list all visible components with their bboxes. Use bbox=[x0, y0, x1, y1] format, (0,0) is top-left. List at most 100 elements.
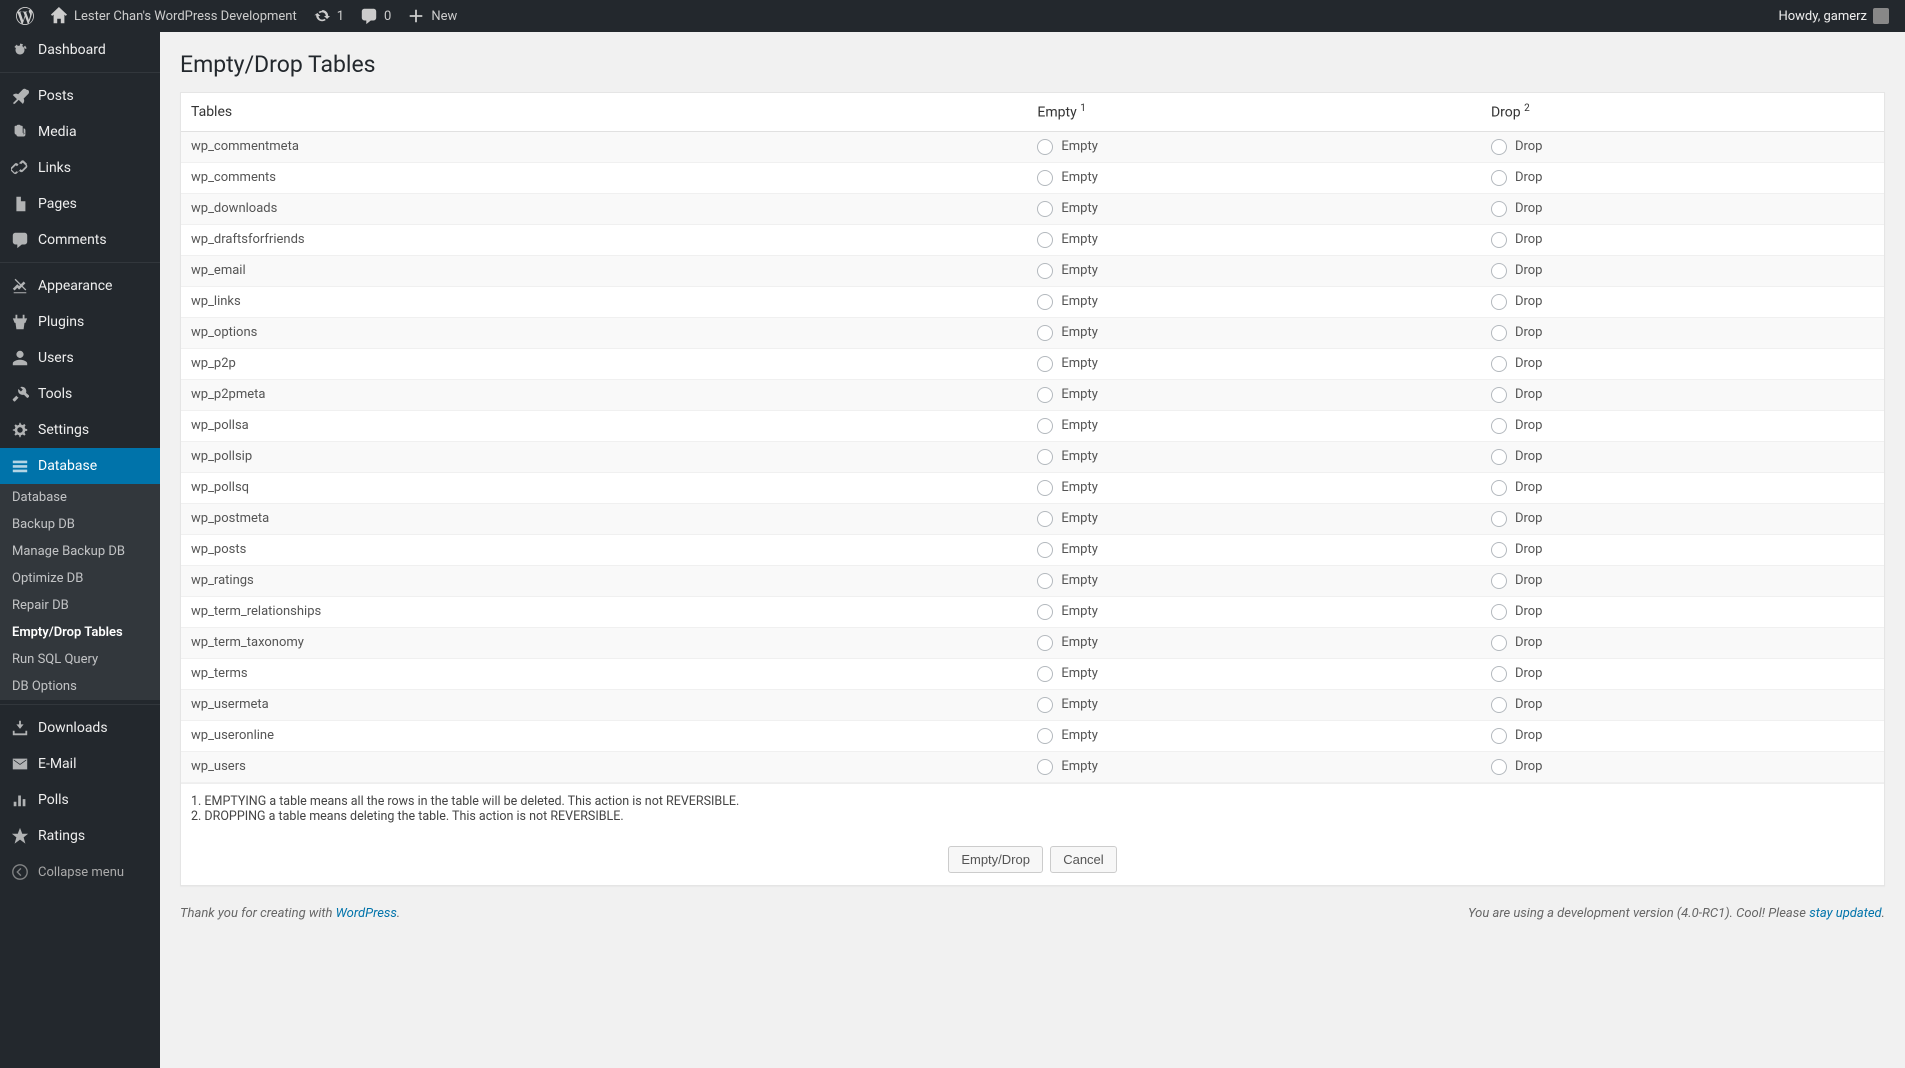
empty-option[interactable]: Empty bbox=[1037, 294, 1471, 310]
sidebar-item-e-mail[interactable]: E-Mail bbox=[0, 746, 160, 782]
drop-radio[interactable] bbox=[1491, 356, 1507, 372]
drop-option[interactable]: Drop bbox=[1491, 294, 1874, 310]
drop-radio[interactable] bbox=[1491, 294, 1507, 310]
drop-option[interactable]: Drop bbox=[1491, 449, 1874, 465]
drop-option[interactable]: Drop bbox=[1491, 232, 1874, 248]
sidebar-item-pages[interactable]: Pages bbox=[0, 186, 160, 222]
empty-radio[interactable] bbox=[1037, 666, 1053, 682]
sidebar-item-appearance[interactable]: Appearance bbox=[0, 268, 160, 304]
my-account-menu[interactable]: Howdy, gamerz bbox=[1778, 8, 1897, 24]
drop-radio[interactable] bbox=[1491, 573, 1507, 589]
site-name-menu[interactable]: Lester Chan's WordPress Development bbox=[42, 0, 305, 32]
submenu-item-manage-backup-db[interactable]: Manage Backup DB bbox=[0, 538, 160, 565]
empty-option[interactable]: Empty bbox=[1037, 666, 1471, 682]
collapse-menu[interactable]: Collapse menu bbox=[0, 854, 160, 890]
wp-logo-menu[interactable] bbox=[8, 0, 42, 32]
drop-option[interactable]: Drop bbox=[1491, 635, 1874, 651]
updates-menu[interactable]: 1 bbox=[305, 0, 352, 32]
drop-option[interactable]: Drop bbox=[1491, 263, 1874, 279]
empty-option[interactable]: Empty bbox=[1037, 232, 1471, 248]
empty-option[interactable]: Empty bbox=[1037, 573, 1471, 589]
drop-radio[interactable] bbox=[1491, 449, 1507, 465]
drop-radio[interactable] bbox=[1491, 604, 1507, 620]
empty-radio[interactable] bbox=[1037, 263, 1053, 279]
empty-option[interactable]: Empty bbox=[1037, 635, 1471, 651]
cancel-button[interactable]: Cancel bbox=[1050, 846, 1116, 873]
sidebar-item-database[interactable]: Database bbox=[0, 448, 160, 484]
empty-option[interactable]: Empty bbox=[1037, 418, 1471, 434]
empty-option[interactable]: Empty bbox=[1037, 201, 1471, 217]
empty-option[interactable]: Empty bbox=[1037, 170, 1471, 186]
drop-option[interactable]: Drop bbox=[1491, 604, 1874, 620]
empty-radio[interactable] bbox=[1037, 418, 1053, 434]
drop-radio[interactable] bbox=[1491, 480, 1507, 496]
empty-option[interactable]: Empty bbox=[1037, 697, 1471, 713]
empty-option[interactable]: Empty bbox=[1037, 759, 1471, 775]
drop-radio[interactable] bbox=[1491, 387, 1507, 403]
drop-option[interactable]: Drop bbox=[1491, 325, 1874, 341]
drop-option[interactable]: Drop bbox=[1491, 418, 1874, 434]
drop-option[interactable]: Drop bbox=[1491, 356, 1874, 372]
empty-option[interactable]: Empty bbox=[1037, 325, 1471, 341]
empty-radio[interactable] bbox=[1037, 759, 1053, 775]
drop-option[interactable]: Drop bbox=[1491, 387, 1874, 403]
sidebar-item-users[interactable]: Users bbox=[0, 340, 160, 376]
empty-option[interactable]: Empty bbox=[1037, 604, 1471, 620]
empty-radio[interactable] bbox=[1037, 294, 1053, 310]
drop-radio[interactable] bbox=[1491, 325, 1507, 341]
drop-option[interactable]: Drop bbox=[1491, 728, 1874, 744]
empty-radio[interactable] bbox=[1037, 201, 1053, 217]
empty-radio[interactable] bbox=[1037, 449, 1053, 465]
sidebar-item-tools[interactable]: Tools bbox=[0, 376, 160, 412]
empty-radio[interactable] bbox=[1037, 356, 1053, 372]
drop-option[interactable]: Drop bbox=[1491, 759, 1874, 775]
submenu-item-backup-db[interactable]: Backup DB bbox=[0, 511, 160, 538]
drop-radio[interactable] bbox=[1491, 728, 1507, 744]
submenu-item-optimize-db[interactable]: Optimize DB bbox=[0, 565, 160, 592]
sidebar-item-comments[interactable]: Comments bbox=[0, 222, 160, 258]
sidebar-item-polls[interactable]: Polls bbox=[0, 782, 160, 818]
sidebar-item-posts[interactable]: Posts bbox=[0, 78, 160, 114]
drop-radio[interactable] bbox=[1491, 263, 1507, 279]
drop-radio[interactable] bbox=[1491, 511, 1507, 527]
drop-option[interactable]: Drop bbox=[1491, 542, 1874, 558]
drop-radio[interactable] bbox=[1491, 418, 1507, 434]
drop-radio[interactable] bbox=[1491, 697, 1507, 713]
drop-radio[interactable] bbox=[1491, 170, 1507, 186]
drop-radio[interactable] bbox=[1491, 232, 1507, 248]
empty-option[interactable]: Empty bbox=[1037, 728, 1471, 744]
drop-option[interactable]: Drop bbox=[1491, 139, 1874, 155]
empty-radio[interactable] bbox=[1037, 542, 1053, 558]
empty-radio[interactable] bbox=[1037, 232, 1053, 248]
drop-option[interactable]: Drop bbox=[1491, 697, 1874, 713]
new-content-menu[interactable]: New bbox=[399, 0, 465, 32]
drop-radio[interactable] bbox=[1491, 201, 1507, 217]
drop-option[interactable]: Drop bbox=[1491, 511, 1874, 527]
submenu-item-repair-db[interactable]: Repair DB bbox=[0, 592, 160, 619]
empty-option[interactable]: Empty bbox=[1037, 542, 1471, 558]
empty-option[interactable]: Empty bbox=[1037, 139, 1471, 155]
submenu-item-database[interactable]: Database bbox=[0, 484, 160, 511]
empty-radio[interactable] bbox=[1037, 728, 1053, 744]
drop-radio[interactable] bbox=[1491, 635, 1507, 651]
drop-option[interactable]: Drop bbox=[1491, 573, 1874, 589]
sidebar-item-downloads[interactable]: Downloads bbox=[0, 710, 160, 746]
drop-option[interactable]: Drop bbox=[1491, 170, 1874, 186]
empty-option[interactable]: Empty bbox=[1037, 480, 1471, 496]
empty-radio[interactable] bbox=[1037, 697, 1053, 713]
sidebar-item-settings[interactable]: Settings bbox=[0, 412, 160, 448]
empty-radio[interactable] bbox=[1037, 635, 1053, 651]
drop-option[interactable]: Drop bbox=[1491, 480, 1874, 496]
sidebar-item-dashboard[interactable]: Dashboard bbox=[0, 32, 160, 68]
sidebar-item-plugins[interactable]: Plugins bbox=[0, 304, 160, 340]
drop-radio[interactable] bbox=[1491, 139, 1507, 155]
empty-radio[interactable] bbox=[1037, 573, 1053, 589]
empty-option[interactable]: Empty bbox=[1037, 449, 1471, 465]
submenu-item-run-sql-query[interactable]: Run SQL Query bbox=[0, 646, 160, 673]
sidebar-item-links[interactable]: Links bbox=[0, 150, 160, 186]
empty-option[interactable]: Empty bbox=[1037, 263, 1471, 279]
submenu-item-db-options[interactable]: DB Options bbox=[0, 673, 160, 700]
wordpress-link[interactable]: WordPress bbox=[336, 906, 397, 921]
submenu-item-empty-drop-tables[interactable]: Empty/Drop Tables bbox=[0, 619, 160, 646]
empty-radio[interactable] bbox=[1037, 604, 1053, 620]
